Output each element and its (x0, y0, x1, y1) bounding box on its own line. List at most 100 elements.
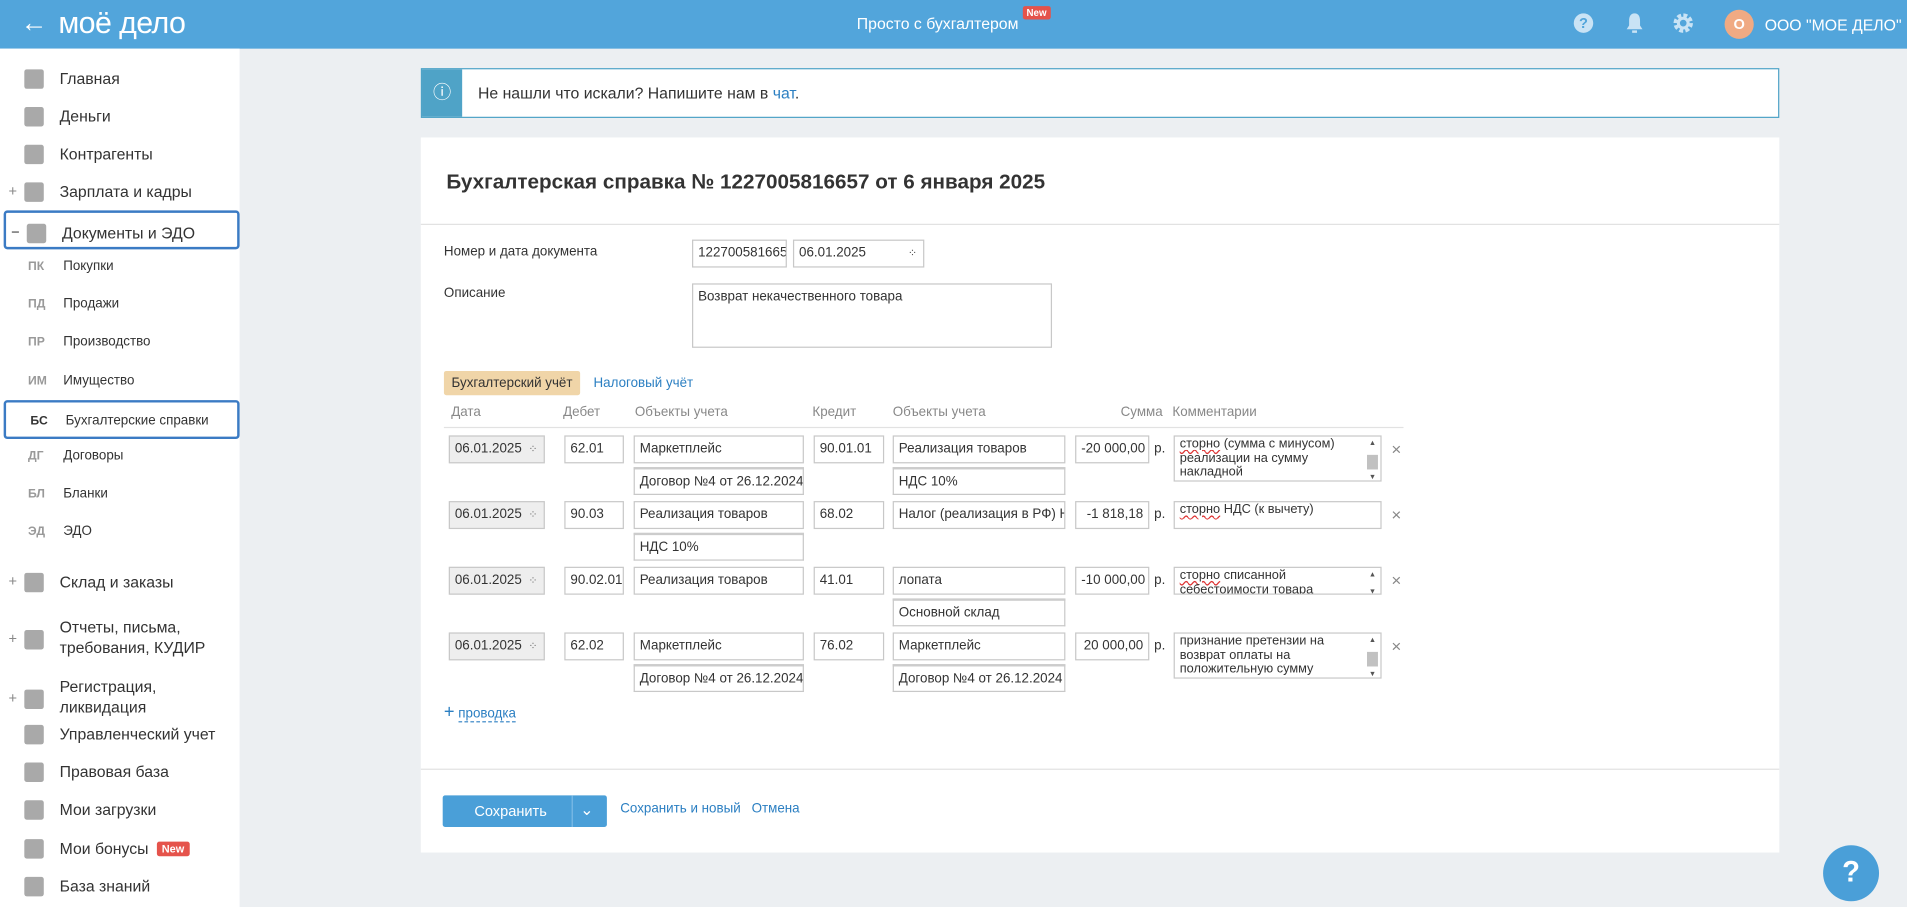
calendar-icon[interactable]: ⁘ (908, 241, 917, 267)
sidebar-item-3[interactable]: + Зарплата и кадры (0, 181, 240, 203)
section-abbr: ПК (27, 260, 45, 274)
sidebar-item-6-icon (24, 629, 44, 650)
debit-account-input[interactable]: 62.02 (564, 632, 624, 661)
sidebar-subitem-бл[interactable]: БЛ Бланки (0, 485, 240, 507)
credit-account-input[interactable]: 76.02 (813, 632, 885, 661)
debit-account-input[interactable]: 62.01 (564, 435, 624, 464)
gear-icon[interactable] (1671, 12, 1695, 36)
debit-object-input[interactable]: Договор №4 от 26.12.2024 (633, 664, 804, 693)
delete-entry-icon[interactable]: × (1391, 636, 1401, 655)
delete-entry-icon[interactable]: × (1391, 439, 1401, 458)
debit-object-input[interactable]: Маркетплейс (633, 632, 804, 661)
expand-toggle[interactable]: + (9, 690, 18, 707)
comment-scrollbar[interactable]: ▲ ▼ (1366, 438, 1379, 480)
calendar-icon[interactable]: ⁘ (528, 634, 537, 660)
sidebar-subitem-эд[interactable]: ЭД ЭДО (0, 523, 240, 545)
sidebar-item-6-label: Отчеты, письма, требования, КУДИР (59, 617, 206, 657)
debit-object-input[interactable]: НДС 10% (633, 532, 804, 561)
sidebar-item-5[interactable]: + Склад и заказы (0, 572, 240, 594)
save-and-new-link[interactable]: Сохранить и новый (620, 801, 740, 816)
add-entry-button[interactable]: + проводка (444, 702, 516, 723)
entry-date-input[interactable]: 06.01.2025 ⁘ (448, 632, 545, 661)
sidebar-item-9[interactable]: Правовая база (0, 761, 240, 783)
help-chat-button[interactable]: ? (1823, 845, 1880, 902)
sum-input[interactable]: -10 000,00 (1075, 566, 1150, 595)
calendar-icon[interactable]: ⁘ (528, 437, 537, 463)
expand-toggle[interactable]: + (9, 630, 18, 647)
sidebar-item-6[interactable]: + Отчеты, письма, требования, КУДИР (0, 617, 240, 663)
comment-textarea[interactable]: сторно НДС (к вычету) (1173, 501, 1382, 530)
sum-input[interactable]: -20 000,00 (1075, 435, 1150, 464)
sidebar-item-9-label: Правовая база (59, 762, 169, 781)
sidebar-item-2-label: Контрагенты (59, 144, 153, 163)
entry-date-input[interactable]: 06.01.2025 ⁘ (448, 566, 545, 595)
sidebar-item-0[interactable]: Главная (0, 68, 240, 90)
debit-object-input[interactable]: Маркетплейс (633, 435, 804, 464)
sidebar-subitem-пд[interactable]: ПД Продажи (0, 296, 240, 318)
document-card: Бухгалтерская справка № 1227005816657 от… (420, 137, 1780, 853)
credit-account-input[interactable]: 41.01 (813, 566, 885, 595)
credit-object-input[interactable]: НДС 10% (892, 467, 1066, 495)
promo-link[interactable]: Просто с бухгалтером New (0, 6, 1907, 33)
credit-object-input[interactable]: Реализация товаров (892, 435, 1066, 464)
sidebar-item-8-icon (24, 724, 44, 745)
calendar-icon[interactable]: ⁘ (528, 502, 537, 528)
sidebar-item-11[interactable]: Мои бонусы New (0, 838, 240, 860)
sidebar-subitem-им[interactable]: ИМ Имущество (0, 372, 240, 394)
org-name[interactable]: ООО "МОЕ ДЕЛО" (1765, 16, 1902, 34)
sidebar-item-8[interactable]: Управленческий учет (0, 724, 240, 746)
credit-account-input[interactable]: 90.01.01 (813, 435, 885, 464)
delete-entry-icon[interactable]: × (1391, 505, 1401, 524)
credit-object-input[interactable]: Договор №4 от 26.12.2024 (892, 664, 1066, 693)
sidebar-subitem-дг[interactable]: ДГ Договоры (0, 448, 240, 470)
expand-toggle[interactable]: + (9, 573, 18, 590)
chat-link[interactable]: чат (773, 84, 795, 102)
bell-icon[interactable] (1622, 12, 1646, 36)
comment-textarea[interactable]: сторно списанной себестоимости товара ▲ ▼ (1173, 566, 1382, 595)
cancel-link[interactable]: Отмена (752, 801, 800, 816)
credit-object-input[interactable]: лопата (892, 566, 1066, 595)
comment-textarea[interactable]: сторно (сумма с минусом) реализации на с… (1173, 435, 1382, 482)
avatar[interactable]: О (1724, 9, 1754, 39)
credit-object-input[interactable]: Маркетплейс (892, 632, 1066, 661)
credit-account-input[interactable]: 68.02 (813, 501, 885, 530)
sidebar-subitem-бс[interactable]: БС Бухгалтерские справки (3, 399, 240, 439)
document-number-input[interactable]: 1227005816657 (692, 239, 787, 268)
credit-object-input[interactable]: Основной склад (892, 598, 1066, 627)
expand-toggle[interactable]: + (9, 182, 18, 199)
entry-date-input[interactable]: 06.01.2025 ⁘ (448, 501, 545, 530)
debit-account-input[interactable]: 90.02.01 (564, 566, 624, 595)
svg-text:?: ? (1579, 16, 1588, 32)
debit-object-input[interactable]: Договор №4 от 26.12.2024 (633, 467, 804, 495)
promo-title[interactable]: Просто с бухгалтером (857, 15, 1019, 33)
sum-input[interactable]: -1 818,18 (1075, 501, 1150, 530)
tab-tax[interactable]: Налоговый учёт (594, 376, 694, 391)
comment-scrollbar[interactable]: ▲ ▼ (1366, 569, 1379, 594)
entry-date-input[interactable]: 06.01.2025 ⁘ (448, 435, 545, 464)
credit-object-input[interactable]: Налог (реализация в РФ) НДС (892, 501, 1066, 530)
document-date-input[interactable]: 06.01.2025 ⁘ (792, 239, 925, 268)
comment-scrollbar[interactable]: ▲ ▼ (1366, 635, 1379, 677)
sidebar-subitem-пк[interactable]: ПК Покупки (0, 258, 240, 280)
debit-object-input[interactable]: Реализация товаров (633, 501, 804, 530)
description-textarea[interactable]: Возврат некачественного товара (692, 283, 1053, 348)
section-abbr: БС (30, 414, 48, 428)
debit-object-input[interactable]: Реализация товаров (633, 566, 804, 595)
sidebar-subitem-пр[interactable]: ПР Производство (0, 334, 240, 356)
help-icon[interactable]: ? (1571, 12, 1595, 36)
debit-account-input[interactable]: 90.03 (564, 501, 624, 530)
sidebar-item-12[interactable]: База знаний (0, 876, 240, 898)
comment-textarea[interactable]: признание претензии на возврат оплаты на… (1173, 632, 1382, 679)
expand-toggle[interactable]: − (11, 224, 20, 241)
calendar-icon[interactable]: ⁘ (528, 568, 537, 594)
sidebar-item-10[interactable]: Мои загрузки (0, 799, 240, 821)
sidebar-item-1[interactable]: Деньги (0, 106, 240, 128)
sum-input[interactable]: 20 000,00 (1075, 632, 1150, 661)
chevron-down-icon[interactable]: ⌄ (580, 800, 593, 819)
sidebar-item-7[interactable]: + Регистрация, ликвидация (0, 676, 240, 722)
save-button[interactable]: Сохранить ⌄ (442, 795, 607, 828)
sidebar-item-4[interactable]: − Документы и ЭДО (3, 210, 240, 250)
tab-accounting[interactable]: Бухгалтерский учёт (443, 370, 581, 396)
sidebar-item-2[interactable]: Контрагенты (0, 144, 240, 166)
delete-entry-icon[interactable]: × (1391, 570, 1401, 589)
